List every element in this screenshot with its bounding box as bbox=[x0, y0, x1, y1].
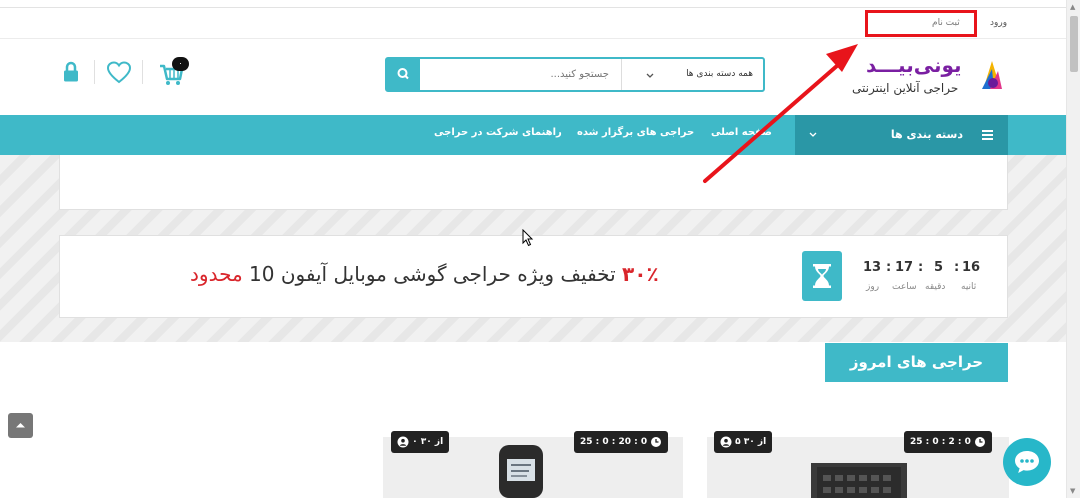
countdown-label-minutes: دقیقه bbox=[925, 282, 946, 292]
auction-bids: ۵ از ۳۰ bbox=[735, 437, 767, 447]
header-divider bbox=[142, 60, 143, 84]
clock-icon bbox=[975, 436, 986, 447]
search-button[interactable] bbox=[387, 59, 420, 90]
category-select-value: همه دسته بندی ها bbox=[686, 69, 753, 79]
hourglass-icon bbox=[813, 264, 831, 288]
promo-limited: محدود bbox=[190, 262, 243, 286]
auction-timer: 25 : 0 : 2 : 0 bbox=[910, 437, 971, 447]
logo-tagline: حراجی آنلاین اینترنتی bbox=[852, 81, 959, 95]
countdown-seconds: 13 bbox=[863, 260, 882, 275]
countdown-days: 16 bbox=[962, 260, 981, 275]
nav-item-home[interactable]: صفحه اصلی bbox=[711, 127, 772, 138]
user-icon bbox=[720, 436, 732, 447]
main-nav: دسته بندی ها صفحه اصلی حراجی های برگزار … bbox=[0, 115, 1066, 155]
countdown-sep: : bbox=[918, 260, 924, 275]
menu-icon bbox=[982, 130, 993, 140]
category-select[interactable]: همه دسته بندی ها bbox=[621, 59, 763, 90]
login-link[interactable]: ورود bbox=[990, 18, 1007, 28]
mouse-cursor-icon bbox=[522, 229, 534, 247]
countdown-sep: : bbox=[954, 260, 960, 275]
auction-bids: ۰ از ۳۰ bbox=[412, 437, 444, 447]
search-input[interactable] bbox=[425, 59, 615, 90]
nav-item-guide[interactable]: راهنمای شرکت در حراجی bbox=[434, 127, 562, 138]
scrollbar-thumb[interactable] bbox=[1070, 16, 1078, 72]
site-logo[interactable]: یونی‌بیـــد حراجی آنلاین اینترنتی bbox=[852, 53, 1002, 99]
page-scrollbar[interactable]: ▲ ▼ bbox=[1066, 0, 1080, 498]
countdown-sep: : bbox=[886, 260, 892, 275]
highlight-box bbox=[865, 10, 977, 37]
chevron-up-icon bbox=[16, 423, 25, 428]
heart-icon[interactable] bbox=[106, 60, 132, 86]
banner-slider bbox=[59, 155, 1008, 210]
auction-timer-badge: 25 : 0 : 2 : 0 bbox=[904, 431, 993, 453]
countdown-label-hours: ساعت bbox=[892, 282, 917, 292]
countdown-minutes: 17 bbox=[895, 260, 914, 275]
header-divider bbox=[94, 60, 95, 84]
clock-icon bbox=[651, 436, 662, 447]
scroll-down-arrow-icon[interactable]: ▼ bbox=[1070, 487, 1075, 495]
chat-button[interactable] bbox=[1003, 438, 1051, 486]
auction-bids-badge: ۵ از ۳۰ bbox=[714, 431, 773, 453]
user-icon bbox=[397, 436, 409, 447]
lock-icon[interactable] bbox=[60, 60, 86, 86]
logo-mark-icon bbox=[982, 61, 1002, 89]
hourglass-icon-box bbox=[802, 251, 842, 301]
promo-title: ۳۰٪ تخفیف ویژه حراجی گوشی موبایل آیفون 1… bbox=[190, 262, 659, 286]
countdown-label-days: روز bbox=[866, 282, 880, 292]
cart-count-badge: ۰ bbox=[172, 57, 189, 71]
logo-brand: یونی‌بیـــد bbox=[866, 53, 962, 77]
categories-menu-label: دسته بندی ها bbox=[890, 128, 963, 141]
search-bar: همه دسته بندی ها bbox=[385, 57, 765, 92]
today-auctions-heading: حراجی های امروز bbox=[825, 343, 1008, 382]
promo-text: تخفیف ویژه حراجی گوشی موبایل آیفون 10 bbox=[242, 262, 623, 286]
promo-percent: ۳۰٪ bbox=[622, 262, 659, 286]
auction-timer-badge: 25 : 0 : 20 : 0 bbox=[574, 431, 669, 453]
chevron-down-icon bbox=[646, 73, 654, 78]
auction-timer: 25 : 0 : 20 : 0 bbox=[580, 437, 648, 447]
scroll-top-button[interactable] bbox=[8, 413, 33, 438]
chevron-down-icon bbox=[809, 132, 817, 137]
search-icon bbox=[397, 68, 409, 80]
countdown-label-seconds: ثانیه bbox=[961, 282, 977, 292]
countdown-hours: 5 bbox=[934, 260, 944, 275]
chat-bubble-icon bbox=[1015, 451, 1039, 473]
scroll-up-arrow-icon[interactable]: ▲ bbox=[1070, 3, 1075, 11]
categories-menu-button[interactable]: دسته بندی ها bbox=[795, 115, 1008, 155]
auction-bids-badge: ۰ از ۳۰ bbox=[391, 431, 450, 453]
nav-item-past-auctions[interactable]: حراجی های برگزار شده bbox=[577, 127, 694, 138]
